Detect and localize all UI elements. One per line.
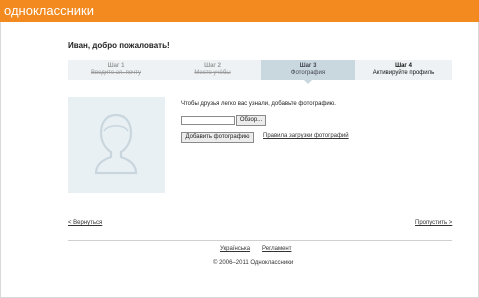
step-2-label: Место учёбы bbox=[194, 70, 231, 76]
active-step-pointer bbox=[304, 80, 312, 84]
step-3-title: Шаг 3 bbox=[299, 63, 317, 69]
add-photo-button[interactable]: Добавить фотографию bbox=[181, 132, 254, 143]
step-progress: Шаг 1 Введите эл. почту Шаг 2 Место учёб… bbox=[68, 60, 452, 80]
skip-link[interactable]: Пропустить > bbox=[415, 220, 452, 226]
page-title: Иван, добро пожаловать! bbox=[68, 41, 170, 50]
step-2-title: Шаг 2 bbox=[204, 63, 221, 69]
upload-hint: Чтобы друзья легко вас узнали, добавьте … bbox=[181, 101, 336, 107]
step-3-label: Фотография bbox=[290, 70, 326, 76]
back-link[interactable]: < Вернуться bbox=[68, 220, 102, 226]
step-1: Шаг 1 Введите эл. почту bbox=[68, 60, 164, 80]
language-link[interactable]: Українська bbox=[220, 246, 250, 252]
step-4-label: Активируйте профиль bbox=[372, 70, 435, 76]
photo-placeholder bbox=[68, 97, 165, 193]
user-silhouette-icon bbox=[94, 113, 138, 175]
step-4: Шаг 4 Активируйте профиль bbox=[355, 60, 452, 80]
step-4-title: Шаг 4 bbox=[395, 63, 412, 69]
footer-divider bbox=[68, 240, 452, 241]
step-2: Шаг 2 Место учёбы bbox=[164, 60, 261, 80]
file-path-field[interactable] bbox=[181, 116, 235, 125]
browse-button[interactable]: Обзор... bbox=[236, 115, 266, 126]
copyright: © 2006–2011 Одноклассники bbox=[213, 260, 294, 266]
step-1-title: Шаг 1 bbox=[107, 63, 125, 69]
step-1-label: Введите эл. почту bbox=[90, 70, 142, 76]
terms-link[interactable]: Регламент bbox=[262, 246, 292, 252]
top-bar: одноклассники bbox=[0, 0, 479, 22]
photo-rules-link[interactable]: Правила загрузки фотографий bbox=[263, 133, 349, 139]
site-logo[interactable]: одноклассники bbox=[4, 3, 94, 18]
step-3: Шаг 3 Фотография bbox=[261, 60, 355, 80]
